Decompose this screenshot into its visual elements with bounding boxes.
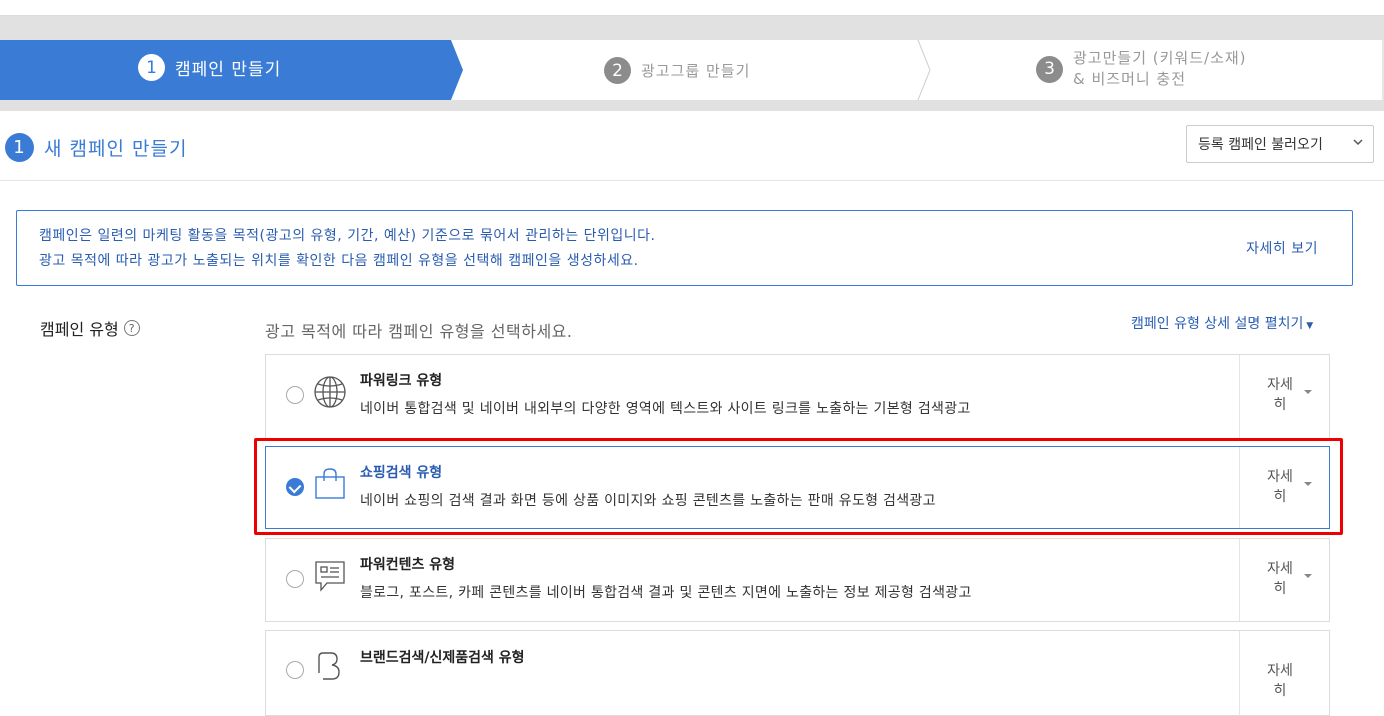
brand-b-icon	[313, 651, 347, 685]
detail-label-1: 자세	[1267, 469, 1293, 485]
caret-down-icon	[1304, 390, 1312, 394]
step-3-label-line1: 광고만들기 (키워드/소재)	[1073, 49, 1247, 67]
detail-toggle[interactable]: 자세히	[1239, 447, 1329, 528]
option-title: 파워컨텐츠 유형	[360, 557, 456, 573]
campaign-option-brandsearch[interactable]: 브랜드검색/신제품검색 유형 자세히	[265, 630, 1330, 716]
detail-label-2: 히	[1273, 581, 1287, 597]
step-2: 2 광고그룹 만들기	[604, 57, 750, 84]
campaign-option-powerlink[interactable]: 파워링크 유형 네이버 통합검색 및 네이버 내외부의 다양한 영역에 텍스트와…	[265, 354, 1330, 440]
campaign-option-powercontents[interactable]: 파워컨텐츠 유형 블로그, 포스트, 카페 콘텐츠를 네이버 통합검색 결과 및…	[265, 538, 1330, 622]
detail-label-2: 히	[1273, 489, 1287, 505]
caret-down-icon	[1304, 482, 1312, 486]
expand-description-text: 캠페인 유형 상세 설명 펼치기	[1131, 316, 1304, 332]
caret-down-icon: ▼	[1303, 321, 1314, 331]
load-campaign-dropdown[interactable]: 등록 캠페인 불러오기	[1186, 125, 1374, 163]
info-line-2: 광고 목적에 따라 광고가 노출되는 위치를 확인한 다음 캠페인 유형을 선택…	[39, 253, 639, 269]
step-1-label: 캠페인 만들기	[175, 60, 282, 80]
page-title: 1 새 캠페인 만들기	[5, 133, 187, 162]
section-header: 1 새 캠페인 만들기 등록 캠페인 불러오기	[0, 111, 1384, 181]
info-box: 캠페인은 일련의 마케팅 활동을 목적(광고의 유형, 기간, 예산) 기준으로…	[16, 210, 1353, 286]
steps-bottom-band	[0, 100, 1384, 111]
radio-button[interactable]	[286, 661, 304, 679]
step-3: 3 광고만들기 (키워드/소재) & 비즈머니 충전	[1036, 48, 1247, 90]
option-title: 쇼핑검색 유형	[360, 465, 443, 481]
detail-toggle[interactable]: 자세히	[1239, 355, 1329, 439]
radio-button[interactable]	[286, 386, 304, 404]
detail-toggle[interactable]: 자세히	[1239, 539, 1329, 621]
step-1: 1 캠페인 만들기	[138, 54, 281, 81]
option-description: 블로그, 포스트, 카페 콘텐츠를 네이버 통합검색 결과 및 콘텐츠 지면에 …	[360, 585, 972, 601]
content-bubble-icon	[313, 559, 347, 593]
detail-label-2: 히	[1273, 397, 1287, 413]
load-campaign-label: 등록 캠페인 불러오기	[1198, 137, 1323, 153]
option-title: 브랜드검색/신제품검색 유형	[360, 650, 525, 666]
radio-button-checked[interactable]	[286, 478, 304, 496]
help-icon[interactable]: ?	[123, 320, 140, 336]
info-line-1: 캠페인은 일련의 마케팅 활동을 목적(광고의 유형, 기간, 예산) 기준으로…	[39, 228, 656, 244]
detail-toggle[interactable]: 자세히	[1239, 631, 1329, 715]
globe-icon	[313, 375, 347, 409]
step-progress: 1 캠페인 만들기 2 광고그룹 만들기 3 광고만들기 (키워드/소재) & …	[0, 40, 1384, 100]
campaign-type-instruction: 광고 목적에 따라 캠페인 유형을 선택하세요.	[265, 322, 573, 341]
step-3-label-line2: & 비즈머니 충전	[1073, 70, 1187, 88]
section-title-text: 새 캠페인 만들기	[44, 138, 188, 160]
campaign-type-label: 캠페인 유형 ?	[40, 316, 140, 340]
steps-top-band	[0, 16, 1384, 40]
detail-label-1: 자세	[1267, 561, 1293, 577]
step-1-number: 1	[138, 54, 165, 81]
option-description: 네이버 통합검색 및 네이버 내외부의 다양한 영역에 텍스트와 사이트 링크를…	[360, 401, 971, 417]
option-description: 네이버 쇼핑의 검색 결과 화면 등에 상품 이미지와 쇼핑 콘텐츠를 노출하는…	[360, 493, 936, 509]
shopping-bag-icon	[313, 467, 347, 501]
info-text: 캠페인은 일련의 마케팅 활동을 목적(광고의 유형, 기간, 예산) 기준으로…	[39, 224, 655, 274]
campaign-type-label-text: 캠페인 유형	[40, 320, 119, 339]
campaign-option-shopping[interactable]: 쇼핑검색 유형 네이버 쇼핑의 검색 결과 화면 등에 상품 이미지와 쇼핑 콘…	[265, 446, 1330, 529]
learn-more-link[interactable]: 자세히 보기	[1246, 238, 1318, 258]
top-strip	[0, 0, 1384, 16]
step-divider	[917, 40, 931, 100]
step-2-number: 2	[604, 57, 631, 84]
caret-down-icon	[1304, 574, 1312, 578]
chevron-down-icon	[1353, 136, 1363, 150]
option-title: 파워링크 유형	[360, 373, 443, 389]
step-2-label: 광고그룹 만들기	[641, 62, 751, 80]
detail-label-1: 자세	[1267, 377, 1293, 393]
step-3-number: 3	[1036, 55, 1063, 83]
detail-label-1: 자세	[1267, 663, 1293, 679]
section-number: 1	[5, 133, 34, 162]
expand-description-link[interactable]: 캠페인 유형 상세 설명 펼치기 ▼	[1131, 313, 1313, 333]
radio-button[interactable]	[286, 570, 304, 588]
detail-label-2: 히	[1273, 683, 1287, 699]
